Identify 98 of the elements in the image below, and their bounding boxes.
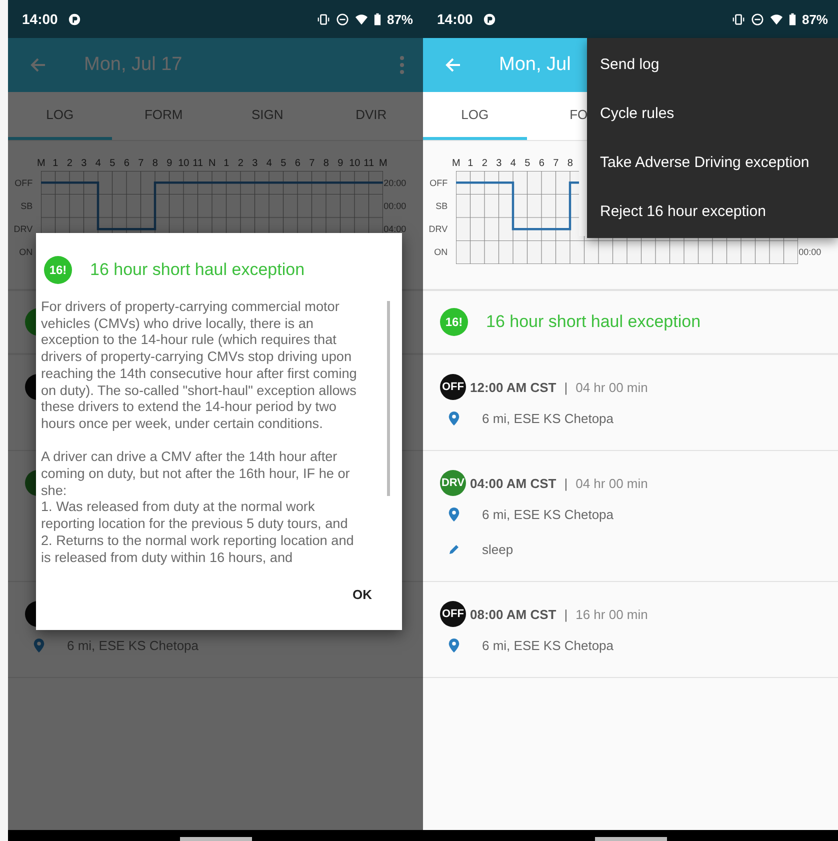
menu-item[interactable]: Cycle rules — [587, 89, 838, 138]
battery-icon — [788, 12, 796, 26]
exception-title: 16 hour short haul exception — [486, 312, 701, 332]
event-detail: 6 mi, ESE KS Chetopa — [482, 638, 614, 653]
do-not-disturb-icon — [750, 12, 764, 26]
hours-total: 00:00 — [798, 247, 822, 258]
dialog-message: For drivers of property-carrying commercial motor vehicles (CMVs) who drive locally, there is an exception to the 14-hour rule (which requires that drivers of property-carrying CMVs stop driving upon reaching the 14th consecutive hour after first coming on duty). The so-called "short-haul" exception allows these drivers to extend the 14-hour period by two hours once per week, under certain conditions. A driver can drive a CMV after the 14th hour after coming on duty, but not after the 16th hour, IF he or she: 1. Was released from duty at the normal work reporting location for the previous 5 duty tours, and 2. Returns to the normal work reporting location and is released from duty within 16 hours, and — [41, 299, 358, 567]
pencil-icon — [448, 542, 460, 557]
hour-label: 2 — [66, 158, 74, 168]
hour-label: M — [378, 158, 388, 168]
ok-button[interactable]: OK — [344, 581, 380, 608]
menu-item[interactable]: Reject 16 hour exception — [587, 187, 838, 236]
exception-badge: 16! — [44, 256, 72, 284]
event-time: 12:00 AM CST — [470, 380, 556, 394]
do-not-disturb-icon — [336, 12, 349, 26]
hour-label: 7 — [308, 158, 316, 168]
hour-label: 5 — [280, 158, 288, 168]
battery-icon — [374, 12, 381, 26]
exception-badge: 16! — [440, 308, 468, 336]
hour-label: 4 — [509, 158, 517, 168]
hour-label: 2 — [480, 158, 488, 168]
hour-label: 5 — [108, 158, 116, 168]
hours-total: 04:00 — [384, 224, 406, 234]
hour-label: 11 — [362, 158, 376, 168]
status-label: OFF — [14, 178, 33, 188]
separator: | — [564, 476, 568, 490]
status-badge: OFF — [440, 601, 466, 627]
status-badge: OFF — [440, 374, 466, 400]
hour-label: 5 — [524, 158, 532, 168]
hour-label: 8 — [322, 158, 330, 168]
status-badge: DRV — [440, 470, 466, 496]
screen-title: Mon, Jul — [499, 54, 571, 76]
hour-label: 6 — [294, 158, 302, 168]
hour-label: 3 — [495, 158, 503, 168]
event-detail: 6 mi, ESE KS Chetopa — [67, 638, 199, 653]
event-duration: 04 hr 00 min — [576, 476, 648, 490]
event-time: 04:00 AM CST — [470, 476, 556, 490]
wifi-icon — [354, 12, 368, 26]
hour-label: M — [36, 158, 46, 168]
hour-label: 1 — [52, 158, 60, 168]
event-duration: 16 hr 00 min — [576, 606, 648, 622]
hour-label: 1 — [466, 158, 474, 168]
hour-label: 6 — [538, 158, 546, 168]
event-detail: sleep — [482, 542, 514, 557]
hour-label: 2 — [236, 158, 244, 168]
hour-label: 1 — [222, 158, 230, 168]
hour-label: 8 — [566, 158, 574, 168]
event-detail: 6 mi, ESE KS Chetopa — [482, 507, 614, 522]
wifi-icon — [770, 12, 783, 26]
dialog-title: 16 hour short haul exception — [90, 260, 305, 280]
battery-percent: 87% — [386, 12, 413, 26]
hour-label: 4 — [94, 158, 102, 168]
tab[interactable]: LOG — [423, 92, 527, 140]
hour-label: 9 — [336, 158, 344, 168]
screen-title: Mon, Jul 17 — [84, 54, 182, 76]
separator: | — [564, 380, 568, 394]
vibrate-icon — [732, 12, 745, 26]
clock-time: 14:00 — [22, 11, 58, 27]
hour-label: 3 — [80, 158, 88, 168]
hour-label: 7 — [137, 158, 145, 168]
hour-label: 4 — [265, 158, 273, 168]
home-handle[interactable] — [594, 837, 666, 841]
event-duration: 04 hr 00 min — [576, 380, 648, 394]
hour-label: 6 — [122, 158, 130, 168]
hour-label: 10 — [348, 158, 362, 168]
hours-total: 00:00 — [384, 200, 406, 211]
menu-item[interactable]: Take Adverse Driving exception — [587, 138, 838, 187]
status-label: OFF — [430, 178, 448, 188]
status-label: ON — [434, 247, 448, 258]
status-label: DRV — [14, 224, 33, 234]
status-label: SB — [436, 200, 448, 211]
hour-label: 10 — [177, 158, 190, 168]
hour-label: N — [208, 158, 217, 168]
battery-percent: 87% — [802, 12, 828, 26]
home-handle[interactable] — [180, 837, 252, 841]
status-label: SB — [20, 200, 33, 211]
location-pin-icon — [33, 638, 45, 653]
menu-item[interactable]: Send log — [587, 40, 838, 89]
location-pin-icon — [448, 638, 460, 653]
separator: | — [564, 606, 568, 622]
app-notification-icon — [482, 12, 496, 26]
hour-label: M — [450, 158, 462, 168]
status-label: DRV — [428, 224, 448, 234]
hour-label: 3 — [251, 158, 259, 168]
event-time: 08:00 AM CST — [470, 606, 556, 622]
app-notification-icon — [68, 12, 81, 26]
clock-time: 14:00 — [437, 11, 473, 27]
location-pin-icon — [448, 411, 460, 426]
hour-label: 8 — [151, 158, 159, 168]
vibrate-icon — [316, 12, 330, 26]
hours-total: 20:00 — [384, 178, 406, 188]
hour-label: 11 — [192, 158, 204, 168]
hour-label: 7 — [552, 158, 560, 168]
event-detail: 6 mi, ESE KS Chetopa — [482, 411, 614, 426]
hour-label: 9 — [166, 158, 174, 168]
location-pin-icon — [448, 507, 460, 522]
status-label: ON — [19, 247, 33, 258]
more-options-icon[interactable] — [399, 55, 405, 75]
